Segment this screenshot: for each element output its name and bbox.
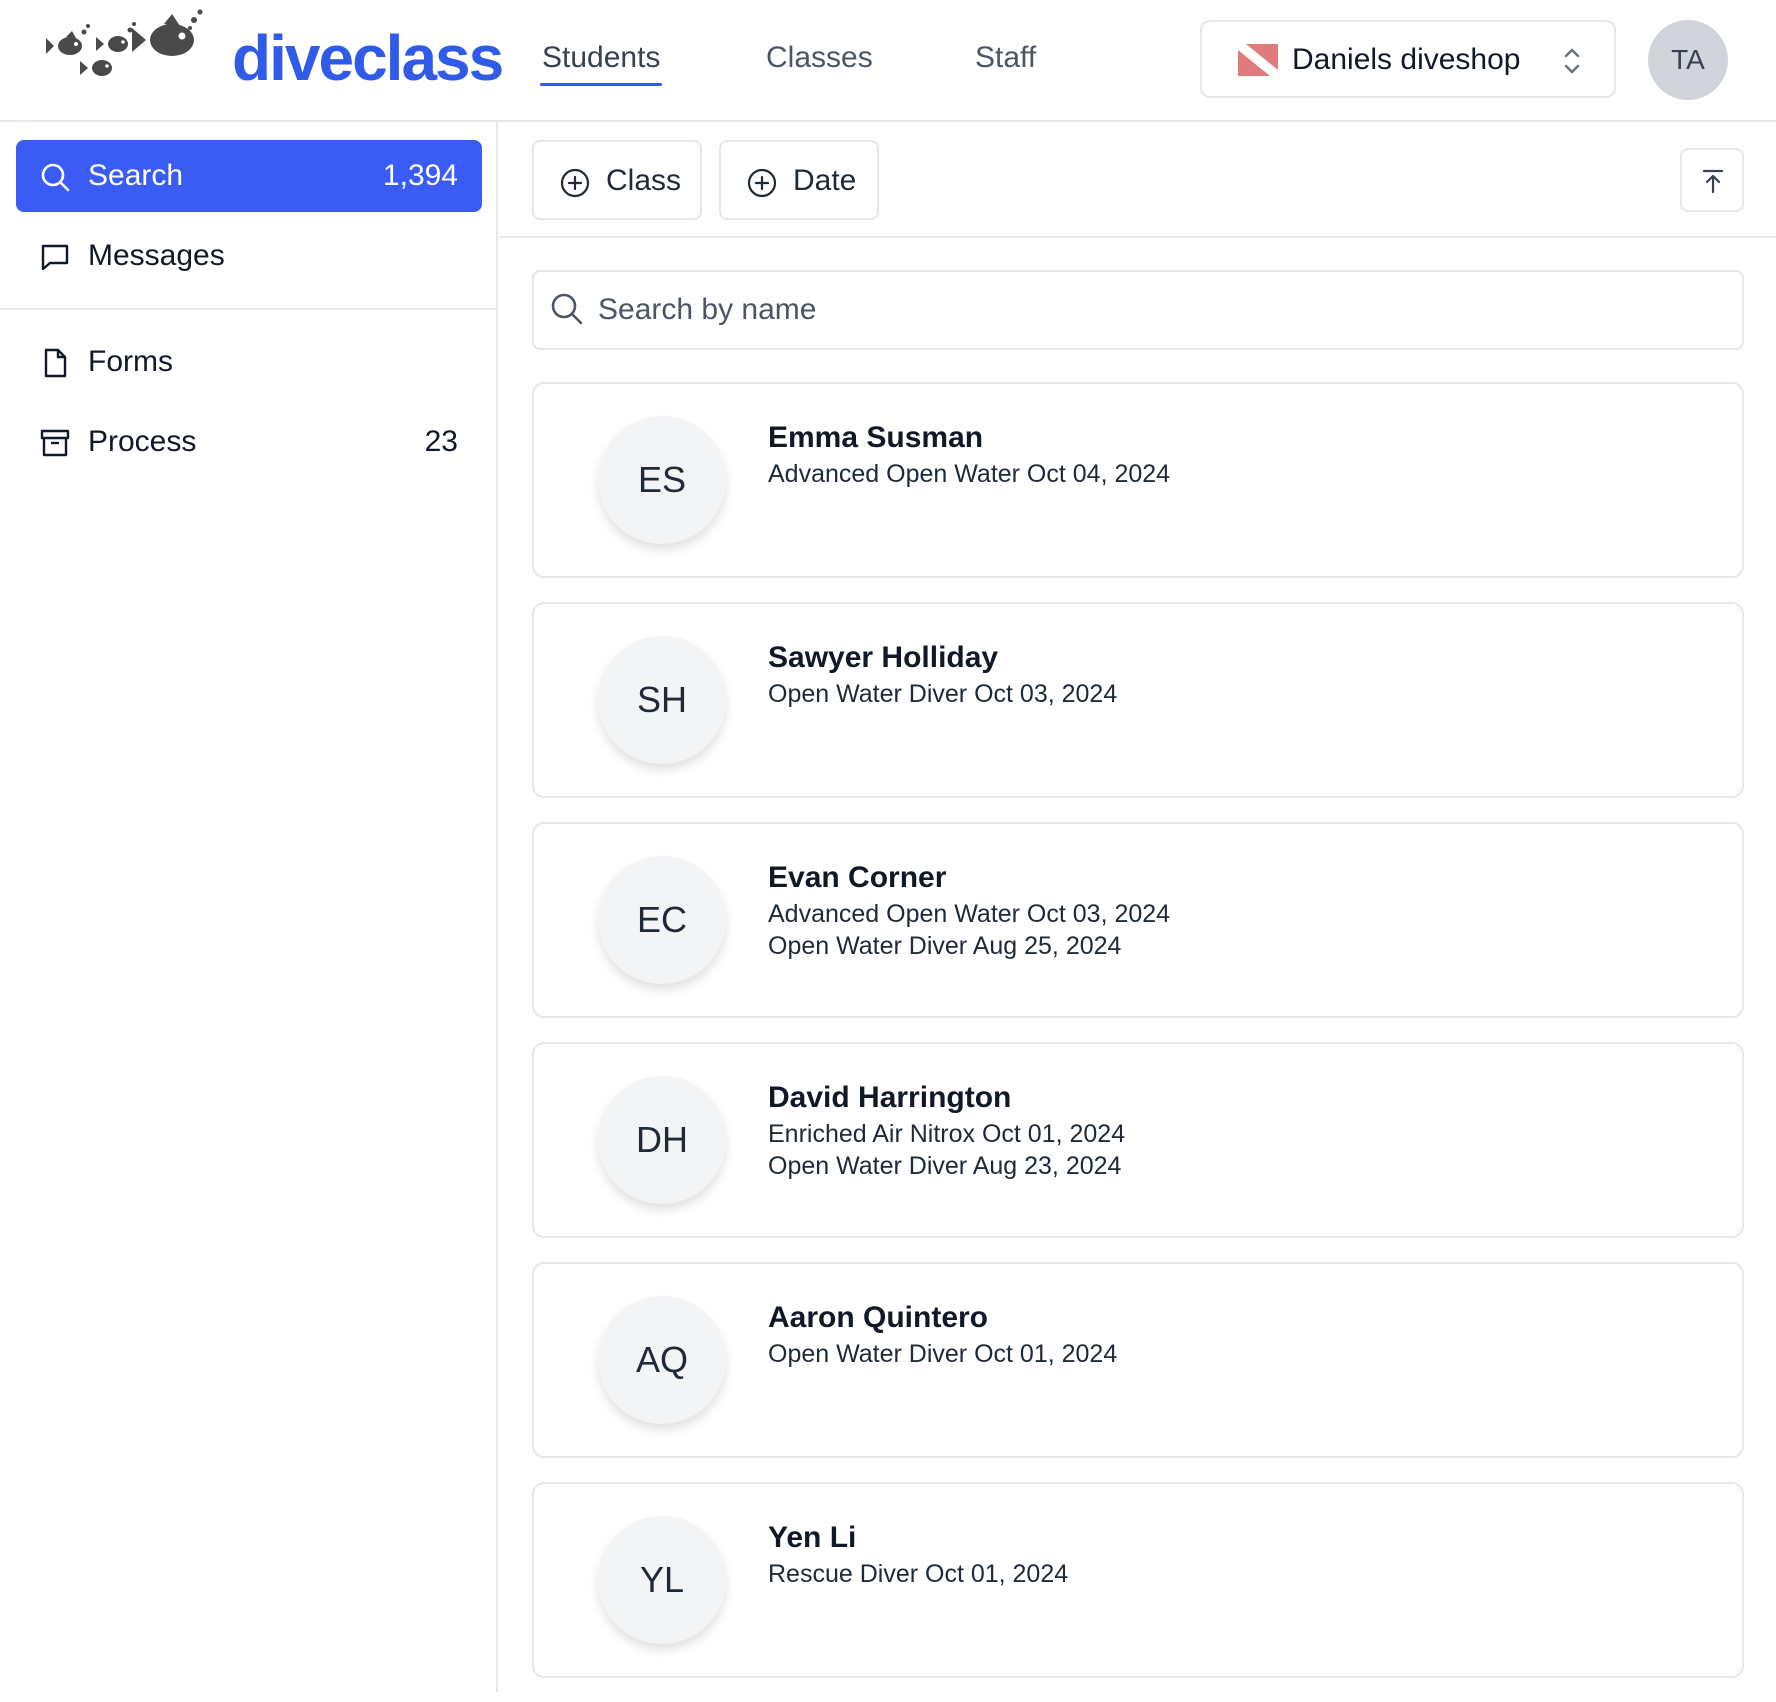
sidebar-item-forms[interactable]: Forms: [16, 326, 482, 398]
document-icon: [44, 348, 67, 378]
fish-logo-icon: [46, 9, 203, 76]
student-card[interactable]: AQ Aaron Quintero Open Water Diver Oct 01,…: [532, 1262, 1744, 1458]
archive-icon: [40, 429, 70, 457]
arrow-up-to-line-icon: [1702, 169, 1724, 194]
shop-name: Daniels diveshop: [1292, 43, 1521, 76]
sidebar-divider: [0, 308, 496, 310]
student-search-box: [532, 270, 1744, 350]
nav-tab-students[interactable]: Students: [539, 38, 663, 86]
add-date-filter-button[interactable]: Date: [719, 140, 879, 220]
sidebar-item-messages[interactable]: Messages: [16, 220, 482, 292]
student-class-entry: Rescue Diver Oct 01, 2024: [768, 1560, 1069, 1588]
sidebar-item-label: Process: [88, 425, 197, 458]
sidebar-item-count: 23: [424, 425, 458, 458]
sidebar-item-search[interactable]: Search 1,394: [16, 140, 482, 212]
student-name: Sawyer Holliday: [768, 641, 999, 674]
student-name: Aaron Quintero: [768, 1301, 989, 1334]
student-avatar: YL: [598, 1516, 726, 1644]
sidebar: Search 1,394 Messages Forms Process 23: [0, 122, 498, 1692]
filter-label: Date: [793, 164, 857, 197]
filter-label: Class: [606, 164, 682, 197]
student-class-list: Open Water Diver Oct 03, 2024: [768, 678, 1117, 710]
student-list: ES Emma Susman Advanced Open Water Oct 04,…: [532, 382, 1744, 1702]
chevron-up-down-icon: [1564, 48, 1580, 74]
student-class-entry: Advanced Open Water Oct 04, 2024: [768, 460, 1171, 488]
student-name: Emma Susman: [768, 421, 984, 454]
student-name: Yen Li: [768, 1521, 857, 1554]
search-icon: [41, 163, 70, 192]
user-avatar[interactable]: TA: [1648, 20, 1728, 100]
shop-selector[interactable]: Daniels diveshop: [1200, 20, 1616, 98]
dive-flag-icon: [1238, 44, 1278, 76]
top-header: diveclass Students Classes Staff Daniels…: [0, 0, 1776, 122]
student-class-entry: Open Water Diver Oct 01, 2024: [768, 1340, 1118, 1368]
student-class-entry: Advanced Open Water Oct 03, 2024: [768, 900, 1171, 928]
student-class-list: Advanced Open Water Oct 04, 2024: [768, 458, 1170, 490]
app-logo-text: diveclass: [232, 22, 504, 94]
student-avatar: EC: [598, 856, 726, 984]
student-class-entry: Open Water Diver Aug 23, 2024: [768, 1152, 1122, 1180]
student-avatar: ES: [598, 416, 726, 544]
filter-toolbar: Class Date: [500, 122, 1776, 238]
message-icon: [41, 244, 69, 271]
student-class-list: Rescue Diver Oct 01, 2024: [768, 1558, 1068, 1590]
student-avatar: SH: [598, 636, 726, 764]
search-icon: [551, 293, 583, 325]
student-class-entry: Enriched Air Nitrox Oct 01, 2024: [768, 1120, 1126, 1148]
sidebar-item-count: 1,394: [382, 159, 458, 192]
student-card[interactable]: DH David Harrington Enriched Air Nitrox Oc…: [532, 1042, 1744, 1238]
student-card[interactable]: EC Evan Corner Advanced Open Water Oct 03,…: [532, 822, 1744, 1018]
plus-circle-icon: [747, 168, 777, 198]
student-class-list: Enriched Air Nitrox Oct 01, 2024 Open Wat…: [768, 1118, 1125, 1182]
student-card[interactable]: ES Emma Susman Advanced Open Water Oct 04,…: [532, 382, 1744, 578]
nav-tab-staff[interactable]: Staff: [975, 38, 1036, 78]
student-class-list: Open Water Diver Oct 01, 2024: [768, 1338, 1117, 1370]
student-class-entry: Open Water Diver Oct 03, 2024: [768, 680, 1118, 708]
add-class-filter-button[interactable]: Class: [532, 140, 702, 220]
student-avatar: AQ: [598, 1296, 726, 1424]
sidebar-item-label: Search: [88, 159, 184, 192]
nav-tab-classes[interactable]: Classes: [766, 38, 873, 78]
sidebar-item-label: Messages: [88, 239, 225, 272]
student-card[interactable]: YL Yen Li Rescue Diver Oct 01, 2024: [532, 1482, 1744, 1678]
student-avatar: DH: [598, 1076, 726, 1204]
scroll-to-top-button[interactable]: [1680, 148, 1744, 212]
search-input[interactable]: [598, 284, 1718, 336]
student-class-list: Advanced Open Water Oct 03, 2024 Open Wat…: [768, 898, 1170, 962]
sidebar-item-process[interactable]: Process 23: [16, 406, 482, 478]
student-card[interactable]: SH Sawyer Holliday Open Water Diver Oct 03…: [532, 602, 1744, 798]
student-class-entry: Open Water Diver Aug 25, 2024: [768, 932, 1122, 960]
student-name: Evan Corner: [768, 861, 947, 894]
student-name: David Harrington: [768, 1081, 1012, 1114]
sidebar-item-label: Forms: [88, 345, 173, 378]
plus-circle-icon: [560, 168, 590, 198]
